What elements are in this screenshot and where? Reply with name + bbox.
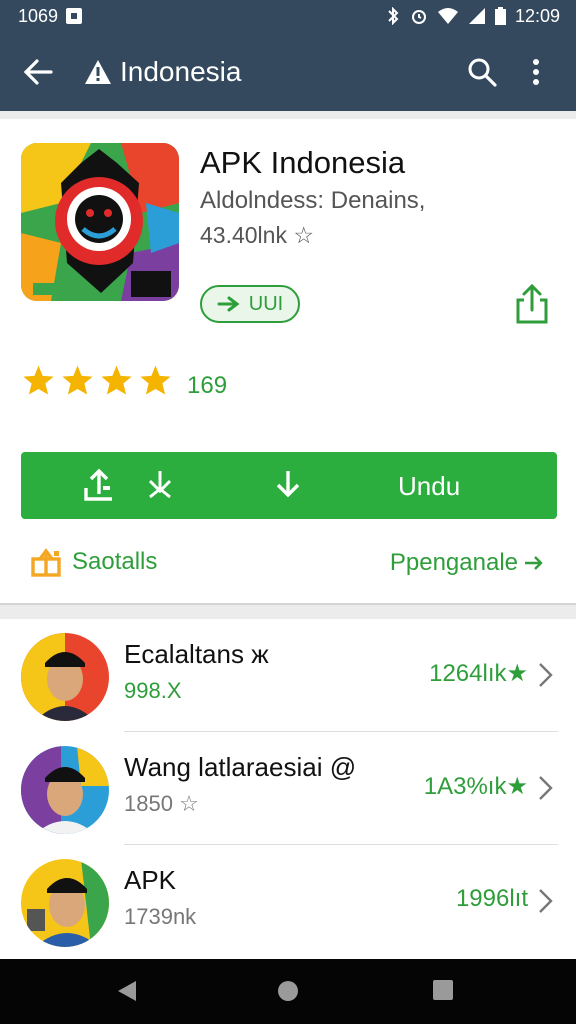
star-icon: ★ xyxy=(506,660,528,687)
status-left-text: 1069 xyxy=(18,5,59,26)
app-bar: Indonesia xyxy=(0,32,576,111)
list-item-name: Ecalaltans ж xyxy=(124,639,269,670)
star-outline-icon: ☆ xyxy=(179,791,199,816)
list-item-title: Wang latlaraesiai xyxy=(124,752,323,782)
more-label: Ppenganale xyxy=(389,549,518,576)
list-item-value-text: 1264lık xyxy=(429,660,507,687)
signal-icon xyxy=(468,8,485,24)
nav-home-icon[interactable] xyxy=(276,979,300,1003)
install-label: Undu xyxy=(398,471,461,501)
wifi-icon xyxy=(437,8,458,24)
list-item-suffix: @ xyxy=(329,752,357,782)
app-size: 43.40lnk ☆ xyxy=(200,222,314,249)
list-item-value-text: 1A3%ık xyxy=(423,773,507,800)
gift-icon xyxy=(31,548,61,577)
back-button[interactable] xyxy=(18,52,58,92)
list-item-subtitle: 1850 ☆ xyxy=(124,791,199,817)
nav-back-icon[interactable] xyxy=(116,979,138,1003)
list-item[interactable]: Wang latlaraesiai @ 1850 ☆ 1A3%ık★ xyxy=(0,732,576,845)
list-item-subtitle: 998.Х xyxy=(124,678,182,703)
list-item-title: APK xyxy=(124,865,177,895)
avatar xyxy=(21,633,109,721)
top-bar: 1069 12:09 Indonesia xyxy=(0,0,576,111)
rating-stars xyxy=(22,364,172,396)
back-arrow-icon xyxy=(23,58,53,85)
battery-icon xyxy=(494,7,506,25)
list-item-subtitle: 1739nk xyxy=(124,904,197,929)
rating-count: 169 xyxy=(187,372,228,399)
nav-recents-icon[interactable] xyxy=(432,979,454,1001)
app-developer: Aldolndess: Denains, xyxy=(200,187,426,214)
details-link[interactable]: Saotalls xyxy=(30,547,157,577)
star-icon xyxy=(62,365,93,395)
list-item-value: 1A3%ık★ xyxy=(424,772,528,801)
app-icon xyxy=(21,143,179,301)
star-icon xyxy=(23,365,54,395)
search-button[interactable] xyxy=(460,50,504,94)
app-name: APK Indonesia xyxy=(200,145,406,180)
status-time: 12:09 xyxy=(514,5,560,26)
status-bar: 1069 12:09 xyxy=(0,0,576,32)
upload-icon xyxy=(84,468,112,501)
download-icon xyxy=(276,471,300,498)
list-item-name: Wang latlaraesiai @ xyxy=(124,752,356,783)
list-item[interactable]: APK 1739nk 1996lıt xyxy=(0,845,576,958)
app-badge-label: UUI xyxy=(248,292,284,315)
share-icon xyxy=(516,284,548,324)
alarm-icon xyxy=(411,10,426,24)
avatar xyxy=(21,859,109,947)
details-label: Saotalls xyxy=(72,548,158,575)
more-link[interactable]: Ppenganale xyxy=(390,549,544,577)
search-icon xyxy=(468,58,497,87)
related-list: Ecalaltans ж 998.Х 1264lık★ Wang latlara… xyxy=(0,619,576,959)
app-detail-card: APK Indonesia Aldolndess: Denains, 43.40… xyxy=(0,119,576,605)
chevron-right-icon xyxy=(539,889,553,913)
install-button[interactable]: Undu xyxy=(21,452,557,519)
list-item-title: Ecalaltans xyxy=(124,639,244,669)
share-arrow-icon xyxy=(217,296,240,312)
notification-icon xyxy=(66,8,83,24)
bluetooth-icon xyxy=(388,7,399,25)
warning-icon xyxy=(85,59,111,84)
star-icon xyxy=(140,365,171,395)
list-item-suffix: ж xyxy=(251,639,269,669)
app-size-text: 43.40lnk xyxy=(200,222,287,248)
list-item-subtitle-text: 1850 xyxy=(124,791,173,816)
arrow-right-icon xyxy=(525,556,543,570)
share-button[interactable] xyxy=(509,281,555,327)
star-outline-icon xyxy=(148,471,172,499)
list-item-value: 1996lıt xyxy=(455,885,528,912)
list-item[interactable]: Ecalaltans ж 998.Х 1264lık★ xyxy=(0,619,576,732)
system-nav-bar xyxy=(0,959,576,1024)
avatar xyxy=(21,746,109,834)
app-badge-button[interactable]: UUI xyxy=(200,285,300,323)
list-item-value: 1264lık★ xyxy=(429,659,528,688)
chevron-right-icon xyxy=(539,663,553,687)
star-outline-icon: ☆ xyxy=(293,222,314,248)
list-item-name: APK xyxy=(124,865,176,896)
chevron-right-icon xyxy=(539,776,553,800)
page-title: Indonesia xyxy=(120,55,242,87)
star-icon xyxy=(101,365,132,395)
more-vert-icon xyxy=(533,58,539,85)
star-icon: ★ xyxy=(506,773,528,800)
overflow-menu-button[interactable] xyxy=(514,50,558,94)
